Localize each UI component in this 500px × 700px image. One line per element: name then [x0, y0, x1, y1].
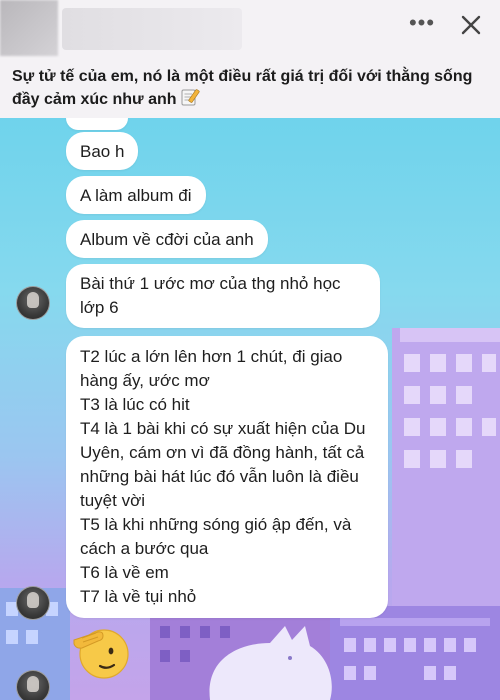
chat-screenshot: Bao h A làm album đi Album về cđời của a…	[0, 118, 500, 700]
sender-avatar[interactable]	[16, 586, 50, 620]
message-text: Bài thứ 1 ước mơ của thg nhỏ học lớp 6	[80, 274, 341, 317]
message-line: T6 là về em	[80, 563, 169, 582]
message-bubble[interactable]: A làm album đi	[66, 176, 206, 214]
message-text: Bao h	[80, 142, 125, 161]
message-bubble[interactable]: Bao h	[66, 132, 139, 170]
message-text: A làm album đi	[80, 186, 192, 205]
message-line: hàng ấy, ước mơ	[80, 371, 210, 390]
message-line: T5 là khi những sóng gió ập đến, và	[80, 515, 352, 534]
message-bubble-partial	[66, 118, 128, 130]
message-line: T2 lúc a lớn lên hơn 1 chút, đi giao	[80, 347, 343, 366]
message-line: tuyệt vời	[80, 491, 146, 510]
message-line: T3 là lúc có hit	[80, 395, 190, 414]
message-bubble[interactable]: Album về cđời của anh	[66, 220, 268, 258]
poster-avatar-blurred[interactable]	[0, 0, 58, 56]
message-line: Uyên, cám ơn vì đã đồng hành, tất cả	[80, 443, 365, 462]
post-caption: Sự tử tế của em, nó là một điều rất giá …	[12, 66, 492, 111]
message-text: Album về cđời của anh	[80, 230, 254, 249]
sender-avatar[interactable]	[16, 670, 50, 700]
post-caption-text: Sự tử tế của em, nó là một điều rất giá …	[12, 68, 473, 108]
memo-pencil-icon	[181, 89, 200, 106]
saluting-face-emoji[interactable]	[70, 618, 134, 682]
post-header: ••• Sự tử tế của em, nó là một điều rất …	[0, 0, 500, 118]
message-bubble[interactable]: T2 lúc a lớn lên hơn 1 chút, đi giao hàn…	[66, 336, 388, 618]
poster-name-blurred[interactable]	[62, 8, 242, 50]
message-line: cách a bước qua	[80, 539, 209, 558]
sender-avatar[interactable]	[16, 286, 50, 320]
message-bubble[interactable]: Bài thứ 1 ước mơ của thg nhỏ học lớp 6	[66, 264, 380, 328]
more-horizontal-icon[interactable]: •••	[404, 8, 440, 38]
message-line: T4 là 1 bài khi có sự xuất hiện của Du	[80, 419, 366, 438]
message-line: những bài hát lúc đó vẫn luôn là điều	[80, 467, 359, 486]
close-icon[interactable]	[456, 10, 486, 40]
message-line: T7 là về tụi nhỏ	[80, 587, 197, 606]
